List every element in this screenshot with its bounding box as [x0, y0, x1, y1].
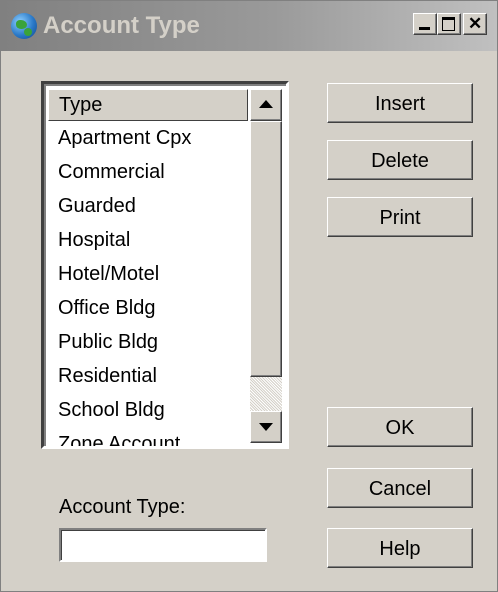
- insert-button[interactable]: Insert: [327, 83, 473, 123]
- delete-button[interactable]: Delete: [327, 140, 473, 180]
- globe-icon: [11, 13, 37, 39]
- column-header-type[interactable]: Type: [48, 89, 248, 121]
- list-item[interactable]: Residential: [58, 362, 248, 396]
- vertical-scrollbar[interactable]: [250, 89, 282, 443]
- list-item[interactable]: School Bldg: [58, 396, 248, 430]
- maximize-button[interactable]: [437, 13, 461, 35]
- scrollbar-thumb[interactable]: [250, 121, 282, 377]
- scrollbar-track[interactable]: [250, 377, 282, 411]
- cancel-button[interactable]: Cancel: [327, 468, 473, 508]
- list-item[interactable]: Apartment Cpx: [58, 124, 248, 158]
- scroll-down-button[interactable]: [250, 411, 282, 443]
- list-rows: Apartment Cpx Commercial Guarded Hospita…: [58, 124, 248, 446]
- print-button[interactable]: Print: [327, 197, 473, 237]
- account-type-input[interactable]: [59, 528, 267, 562]
- ok-button[interactable]: OK: [327, 407, 473, 447]
- list-item[interactable]: Zone Account: [58, 430, 248, 446]
- list-item[interactable]: Hotel/Motel: [58, 260, 248, 294]
- account-type-dialog: Account Type Type Apartment Cpx Commerci…: [0, 0, 498, 592]
- list-item[interactable]: Office Bldg: [58, 294, 248, 328]
- minimize-button[interactable]: [413, 13, 437, 35]
- list-item[interactable]: Commercial: [58, 158, 248, 192]
- window-title: Account Type: [43, 12, 200, 39]
- list-item[interactable]: Guarded: [58, 192, 248, 226]
- account-type-list[interactable]: Type Apartment Cpx Commercial Guarded Ho…: [41, 81, 289, 449]
- title-bar[interactable]: Account Type: [1, 1, 497, 51]
- help-button[interactable]: Help: [327, 528, 473, 568]
- account-type-label: Account Type:: [59, 496, 186, 518]
- close-button[interactable]: [463, 13, 487, 35]
- scroll-up-button[interactable]: [250, 89, 282, 121]
- list-item[interactable]: Public Bldg: [58, 328, 248, 362]
- list-item[interactable]: Hospital: [58, 226, 248, 260]
